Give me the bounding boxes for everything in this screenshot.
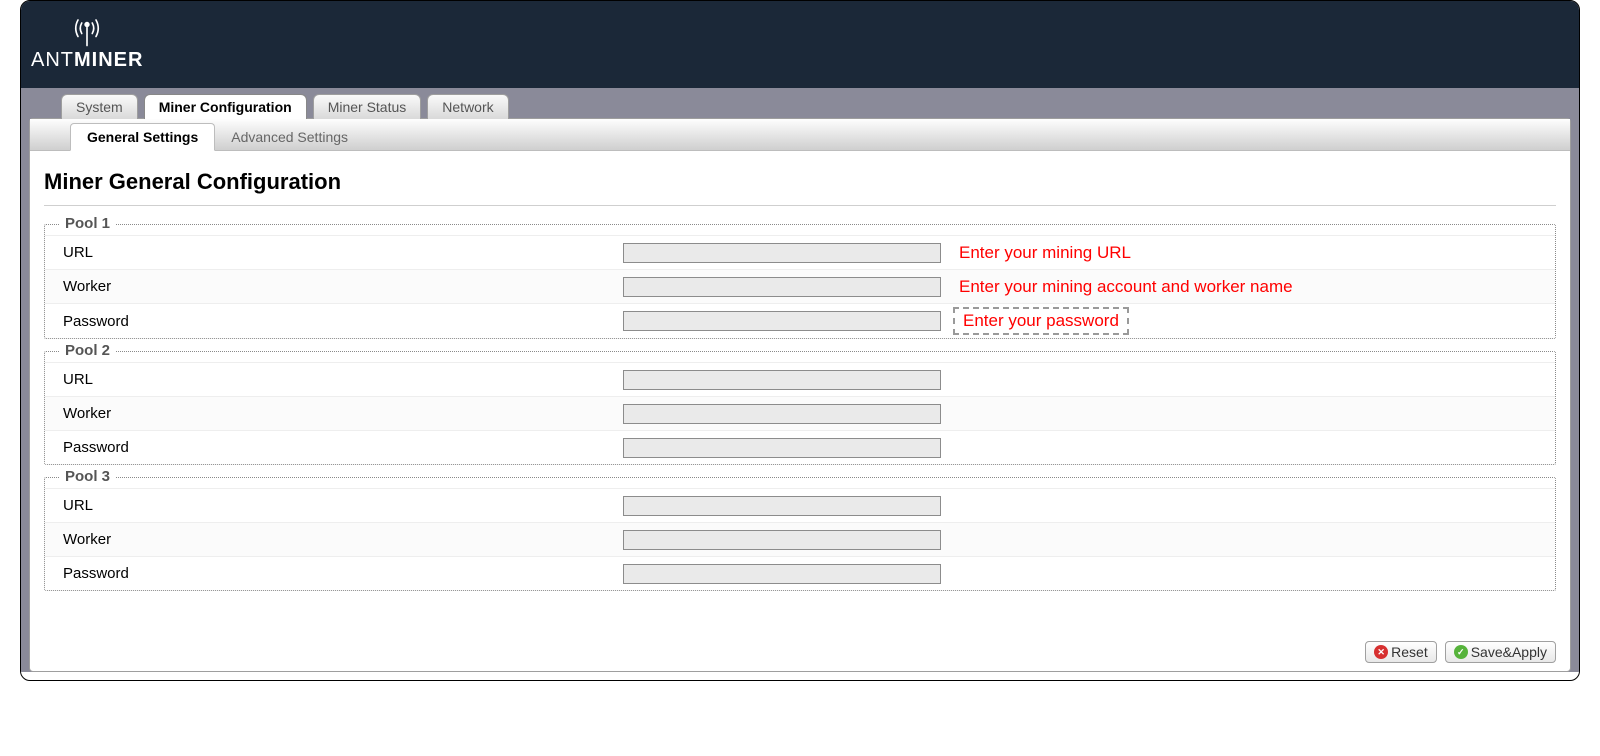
label-url: URL xyxy=(63,371,623,388)
label-worker: Worker xyxy=(63,405,623,422)
pool-3-password-input[interactable] xyxy=(623,564,941,584)
pool-1-worker-row: Worker Enter your mining account and wor… xyxy=(45,269,1555,303)
pool-1-url-row: URL Enter your mining URL xyxy=(45,235,1555,269)
antenna-icon xyxy=(72,17,102,47)
pool-3-fieldset: Pool 3 URL Worker Password xyxy=(44,477,1556,591)
header-bar: ANTMINER xyxy=(21,1,1579,88)
label-password: Password xyxy=(63,439,623,456)
pool-1-password-row: Password Enter your password xyxy=(45,303,1555,338)
save-apply-button[interactable]: ✓ Save&Apply xyxy=(1445,641,1556,663)
pool-2-password-input[interactable] xyxy=(623,438,941,458)
tab-miner-status[interactable]: Miner Status xyxy=(313,94,422,119)
pool-2-worker-row: Worker xyxy=(45,396,1555,430)
spacer xyxy=(30,603,1570,637)
app-frame: ANTMINER System Miner Configuration Mine… xyxy=(20,0,1580,681)
check-icon: ✓ xyxy=(1454,645,1468,659)
pool-2-url-input-wrap xyxy=(623,370,941,390)
label-worker: Worker xyxy=(63,531,623,548)
pool-1-fieldset: Pool 1 URL Enter your mining URL Worker … xyxy=(44,224,1556,339)
reset-label: Reset xyxy=(1391,644,1428,660)
label-url: URL xyxy=(63,497,623,514)
label-url: URL xyxy=(63,244,623,261)
pool-2-fieldset: Pool 2 URL Worker Password xyxy=(44,351,1556,465)
pool-3-url-input[interactable] xyxy=(623,496,941,516)
label-password: Password xyxy=(63,313,623,330)
cancel-icon: ✕ xyxy=(1374,645,1388,659)
label-worker: Worker xyxy=(63,278,623,295)
pool-3-password-input-wrap xyxy=(623,564,941,584)
tab-network[interactable]: Network xyxy=(427,94,508,119)
brand-light: ANT xyxy=(31,49,74,71)
pool-1-worker-hint: Enter your mining account and worker nam… xyxy=(959,277,1293,297)
top-tabs: System Miner Configuration Miner Status … xyxy=(21,88,1579,118)
brand-logo: ANTMINER xyxy=(31,17,143,72)
pool-1-password-input[interactable] xyxy=(623,311,941,331)
pool-3-password-row: Password xyxy=(45,556,1555,590)
pool-3-url-input-wrap xyxy=(623,496,941,516)
pool-2-legend: Pool 2 xyxy=(59,342,116,359)
pool-1-password-hint: Enter your password xyxy=(953,307,1129,335)
pool-3-url-row: URL xyxy=(45,488,1555,522)
pool-2-url-row: URL xyxy=(45,362,1555,396)
content-panel: General Settings Advanced Settings Miner… xyxy=(29,118,1571,672)
brand-bold: MINER xyxy=(74,49,143,71)
tab-general-settings[interactable]: General Settings xyxy=(70,123,215,151)
label-password: Password xyxy=(63,565,623,582)
pool-2-worker-input-wrap xyxy=(623,404,941,424)
tab-miner-configuration[interactable]: Miner Configuration xyxy=(144,94,307,119)
main-area: System Miner Configuration Miner Status … xyxy=(21,88,1579,672)
pool-2-worker-input[interactable] xyxy=(623,404,941,424)
pool-2-url-input[interactable] xyxy=(623,370,941,390)
brand-text: ANTMINER xyxy=(31,49,143,72)
pool-1-password-input-wrap xyxy=(623,311,941,331)
pool-3-worker-row: Worker xyxy=(45,522,1555,556)
pool-1-legend: Pool 1 xyxy=(59,215,116,232)
pool-1-url-hint: Enter your mining URL xyxy=(959,243,1131,263)
footer-buttons: ✕ Reset ✓ Save&Apply xyxy=(30,637,1570,665)
pool-2-password-input-wrap xyxy=(623,438,941,458)
pool-1-url-input[interactable] xyxy=(623,243,941,263)
sub-tabs: General Settings Advanced Settings xyxy=(30,119,1570,151)
tab-advanced-settings[interactable]: Advanced Settings xyxy=(215,124,364,150)
pool-3-legend: Pool 3 xyxy=(59,468,116,485)
pool-2-password-row: Password xyxy=(45,430,1555,464)
divider xyxy=(44,205,1556,206)
pool-3-worker-input-wrap xyxy=(623,530,941,550)
page-title: Miner General Configuration xyxy=(44,169,1570,195)
pool-3-worker-input[interactable] xyxy=(623,530,941,550)
pool-1-worker-input[interactable] xyxy=(623,277,941,297)
tab-system[interactable]: System xyxy=(61,94,138,119)
pool-1-worker-input-wrap xyxy=(623,277,941,297)
save-apply-label: Save&Apply xyxy=(1471,644,1547,660)
reset-button[interactable]: ✕ Reset xyxy=(1365,641,1437,663)
pool-1-url-input-wrap xyxy=(623,243,941,263)
